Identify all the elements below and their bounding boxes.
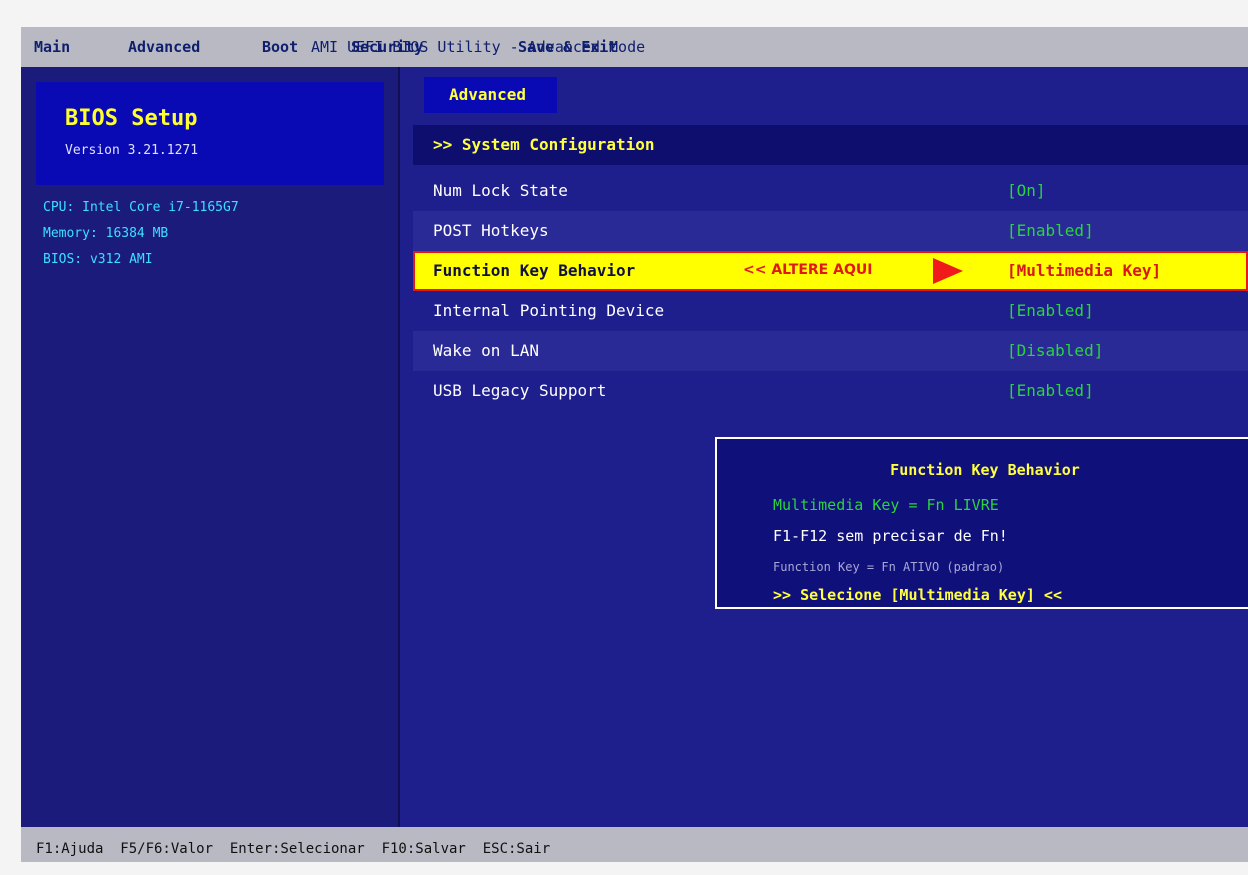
setting-row-post-hotkeys[interactable]: POST Hotkeys [Enabled] — [413, 211, 1248, 251]
status-bar: F1:Ajuda F5/F6:Valor Enter:Selecionar F1… — [21, 827, 1248, 862]
setting-row-num-lock[interactable]: Num Lock State [On] — [413, 171, 1248, 211]
tab-advanced[interactable]: Advanced — [424, 77, 557, 113]
bios-window: Main Advanced Boot AMI UEFI BIOS Utility… — [21, 27, 1248, 862]
setting-row-pointing-device[interactable]: Internal Pointing Device [Enabled] — [413, 291, 1248, 331]
setting-label: Num Lock State — [433, 181, 568, 200]
setting-label: Function Key Behavior — [433, 261, 636, 280]
setting-label: Wake on LAN — [433, 341, 539, 360]
menu-security[interactable]: Security — [351, 38, 423, 56]
bios-info: BIOS: v312 AMI — [43, 252, 153, 267]
help-title: Function Key Behavior — [890, 461, 1080, 479]
menu-main[interactable]: Main — [34, 38, 70, 56]
setting-row-usb-legacy[interactable]: USB Legacy Support [Enabled] — [413, 371, 1248, 411]
menu-save-exit[interactable]: Save & Exit — [518, 38, 617, 56]
setting-row-wake-on-lan[interactable]: Wake on LAN [Disabled] — [413, 331, 1248, 371]
setting-label: POST Hotkeys — [433, 221, 549, 240]
setting-value[interactable]: [Multimedia Key] — [1007, 261, 1161, 280]
red-right-triangle-icon — [933, 258, 963, 284]
help-line-no-fn: F1-F12 sem precisar de Fn! — [773, 527, 1008, 545]
help-line-function-key: Function Key = Fn ATIVO (padrao) — [773, 560, 1005, 574]
menu-boot[interactable]: Boot — [262, 38, 298, 56]
setting-value[interactable]: [Enabled] — [1007, 301, 1094, 320]
change-here-hint: << ALTERE AQUI — [743, 262, 873, 278]
setting-value[interactable]: [On] — [1007, 181, 1046, 200]
help-line-select: >> Selecione [Multimedia Key] << — [773, 586, 1062, 604]
sidebar: BIOS Setup Version 3.21.1271 CPU: Intel … — [21, 67, 400, 827]
logo-version: Version 3.21.1271 — [65, 143, 199, 158]
cpu-info: CPU: Intel Core i7-1165G7 — [43, 200, 239, 215]
help-panel: Function Key Behavior Multimedia Key = F… — [715, 437, 1248, 609]
setting-value[interactable]: [Disabled] — [1007, 341, 1103, 360]
setting-row-function-key[interactable]: Function Key Behavior << ALTERE AQUI [Mu… — [413, 251, 1248, 291]
setting-label: Internal Pointing Device — [433, 301, 665, 320]
bios-logo-panel: BIOS Setup Version 3.21.1271 — [36, 82, 384, 185]
setting-value[interactable]: [Enabled] — [1007, 221, 1094, 240]
top-menu-bar: Main Advanced Boot AMI UEFI BIOS Utility… — [21, 27, 1248, 67]
memory-info: Memory: 16384 MB — [43, 226, 169, 241]
setting-value[interactable]: [Enabled] — [1007, 381, 1094, 400]
menu-advanced[interactable]: Advanced — [128, 38, 200, 56]
logo-title: BIOS Setup — [65, 106, 198, 131]
help-line-multimedia: Multimedia Key = Fn LIVRE — [773, 496, 999, 514]
setting-label: USB Legacy Support — [433, 381, 607, 400]
section-header: >> System Configuration — [413, 125, 1248, 165]
